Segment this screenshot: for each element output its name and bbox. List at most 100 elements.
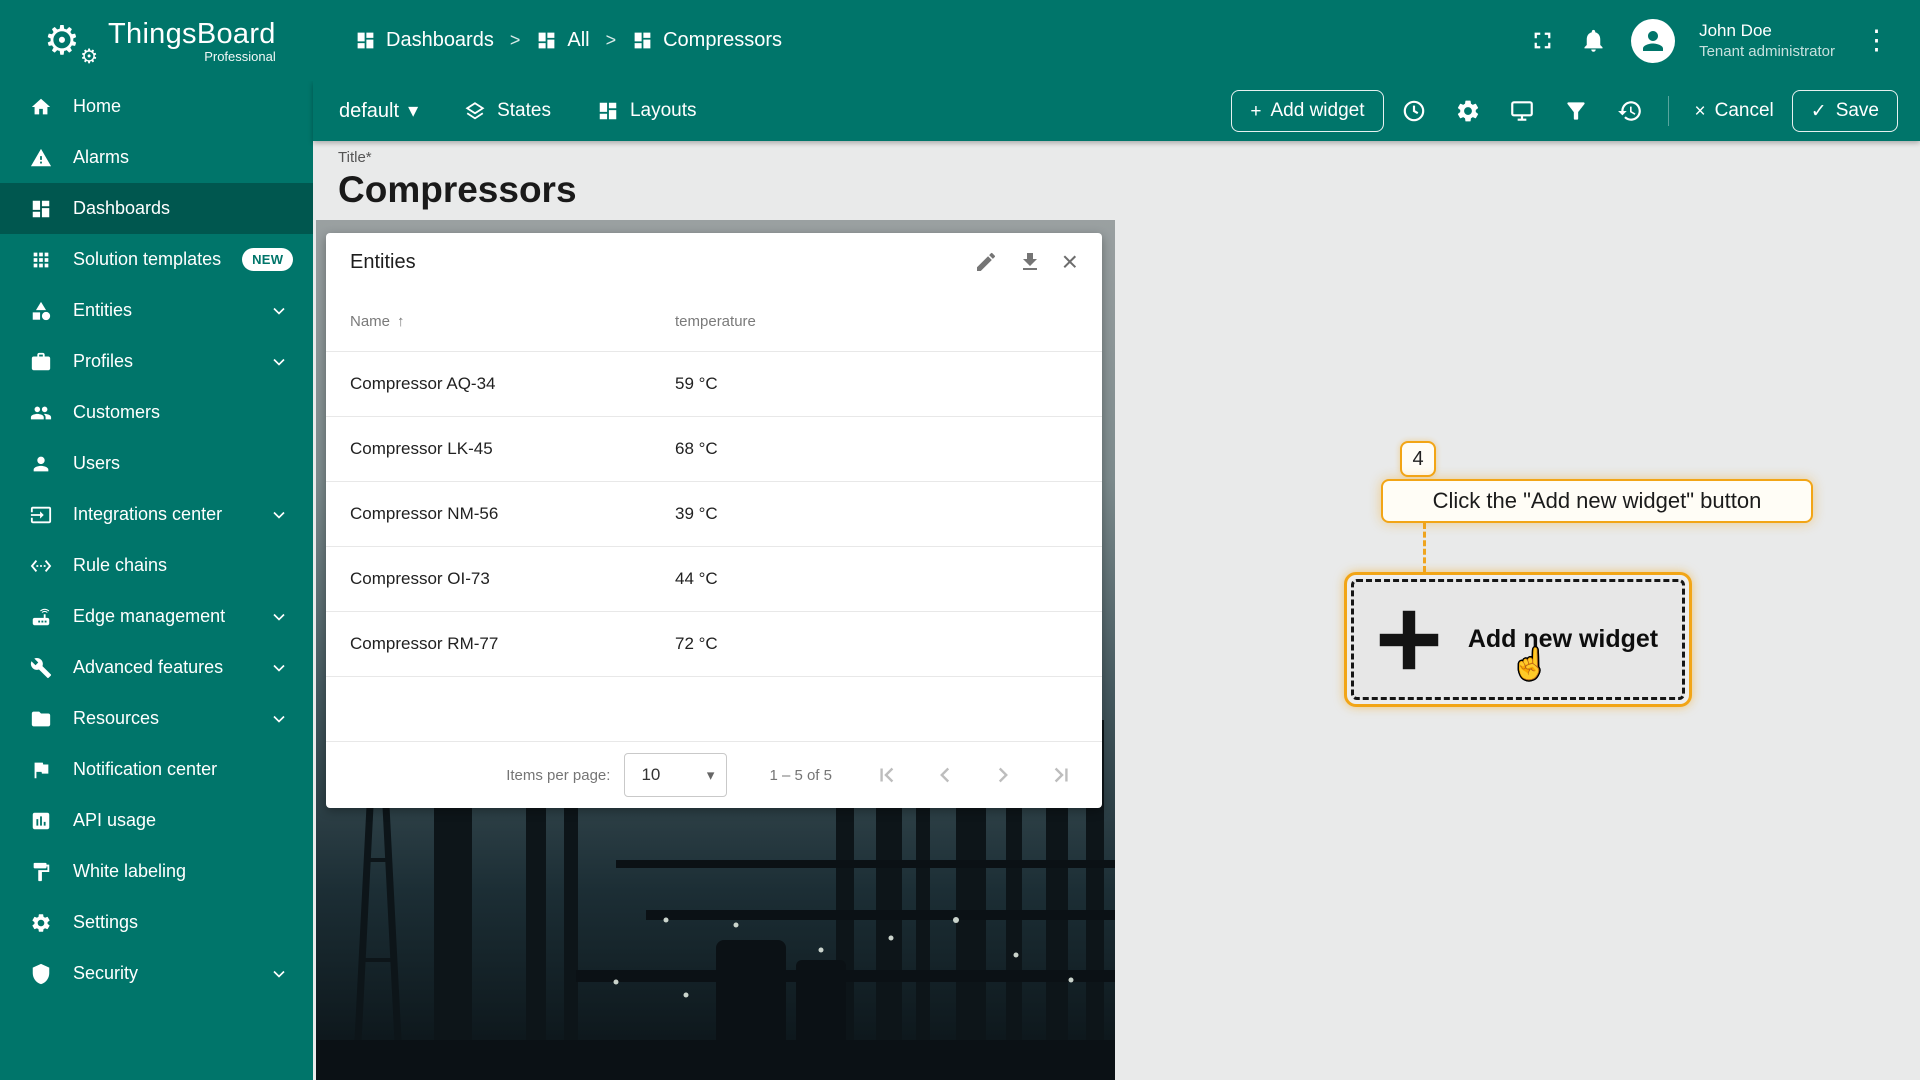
save-button[interactable]: ✓ Save — [1792, 90, 1898, 132]
manage-layouts-button[interactable] — [1498, 87, 1546, 135]
person-icon — [30, 453, 52, 475]
states-button[interactable]: States — [464, 100, 551, 122]
table-row[interactable]: Compressor NM-56 39 °C — [326, 481, 1102, 546]
layouts-button[interactable]: Layouts — [597, 100, 697, 122]
table-row[interactable]: Compressor LK-45 68 °C — [326, 416, 1102, 481]
plus-icon: + — [1250, 102, 1261, 121]
chevron-down-icon — [269, 658, 289, 678]
sidebar-item-home[interactable]: Home — [0, 81, 313, 132]
add-new-widget-button[interactable]: Add new widget — [1344, 572, 1692, 707]
filters-button[interactable] — [1552, 87, 1600, 135]
table-row[interactable]: Compressor OI-73 44 °C — [326, 546, 1102, 611]
avatar[interactable] — [1631, 19, 1675, 63]
download-icon[interactable] — [1018, 250, 1042, 274]
column-header-name[interactable]: Name ↑ — [326, 313, 675, 330]
cell-temperature: 68 °C — [675, 439, 718, 459]
sidebar-item-label: Entities — [73, 300, 132, 321]
sidebar-item-white-labeling[interactable]: White labeling — [0, 846, 313, 897]
page-title[interactable]: Compressors — [338, 169, 577, 211]
last-page-button[interactable] — [1032, 753, 1090, 797]
column-header-temperature[interactable]: temperature — [675, 313, 756, 330]
sidebar-item-solution-templates[interactable]: Solution templates NEW — [0, 234, 313, 285]
sidebar-item-security[interactable]: Security — [0, 948, 313, 999]
edit-pencil-icon[interactable] — [974, 250, 998, 274]
sidebar-item-label: Customers — [73, 402, 160, 423]
table-row[interactable]: Compressor RM-77 72 °C — [326, 611, 1102, 676]
add-widget-button[interactable]: + Add widget — [1231, 90, 1383, 132]
notifications-button[interactable] — [1580, 27, 1607, 54]
router-icon — [30, 606, 52, 628]
layout-select-value: default — [339, 100, 399, 123]
sidebar-item-dashboards[interactable]: Dashboards — [0, 183, 313, 234]
chevron-down-icon — [269, 301, 289, 321]
sidebar-item-label: Rule chains — [73, 555, 167, 576]
logo-text: ThingsBoard Professional — [108, 18, 276, 64]
toolbar-right: + Add widget × Cancel — [1231, 87, 1898, 135]
items-per-page-select[interactable]: 10 ▾ — [624, 753, 727, 797]
layout-select[interactable]: default ▾ — [339, 100, 418, 123]
user-name: John Doe — [1699, 20, 1835, 42]
sidebar-item-edge-management[interactable]: Edge management — [0, 591, 313, 642]
clock-icon — [1401, 98, 1427, 124]
sidebar-item-rule-chains[interactable]: Rule chains — [0, 540, 313, 591]
cell-name: Compressor NM-56 — [326, 504, 675, 524]
sidebar-item-entities[interactable]: Entities — [0, 285, 313, 336]
states-icon — [464, 100, 486, 122]
sort-ascending-icon: ↑ — [397, 313, 405, 330]
bell-icon — [1580, 27, 1607, 54]
timewindow-button[interactable] — [1390, 87, 1438, 135]
sidebar-item-integrations-center[interactable]: Integrations center — [0, 489, 313, 540]
sidebar-item-advanced-features[interactable]: Advanced features — [0, 642, 313, 693]
overflow-menu-button[interactable]: ⋮ — [1859, 27, 1894, 54]
display-icon — [1509, 98, 1535, 124]
first-page-button[interactable] — [858, 753, 916, 797]
breadcrumb-item-dashboards[interactable]: Dashboards — [355, 29, 494, 52]
cell-name: Compressor LK-45 — [326, 439, 675, 459]
shield-icon — [30, 963, 52, 985]
tutorial-connector-line — [1423, 523, 1426, 572]
previous-page-button[interactable] — [916, 753, 974, 797]
sidebar-item-notification-center[interactable]: Notification center — [0, 744, 313, 795]
cancel-button[interactable]: × Cancel — [1683, 91, 1786, 131]
add-new-widget-label: Add new widget — [1468, 625, 1658, 654]
sidebar-item-profiles[interactable]: Profiles — [0, 336, 313, 387]
sidebar-item-alarms[interactable]: Alarms — [0, 132, 313, 183]
dashboard-icon — [536, 30, 557, 51]
close-icon: × — [1695, 102, 1706, 121]
sidebar-item-customers[interactable]: Customers — [0, 387, 313, 438]
pager-controls — [858, 753, 1090, 797]
briefcase-icon — [30, 351, 52, 373]
people-icon — [30, 402, 52, 424]
breadcrumb-item-all[interactable]: All — [536, 29, 589, 52]
sidebar-item-users[interactable]: Users — [0, 438, 313, 489]
sidebar-item-label: Users — [73, 453, 120, 474]
dashboard-settings-button[interactable] — [1444, 87, 1492, 135]
dashboard-toolbar: default ▾ States Layouts + Add widget — [313, 81, 1920, 141]
history-icon — [1617, 98, 1643, 124]
sidebar-item-label: Dashboards — [73, 198, 170, 219]
fullscreen-button[interactable] — [1529, 27, 1556, 54]
logo[interactable]: ⚙ ⚙ ThingsBoard Professional — [0, 0, 313, 81]
check-icon: ✓ — [1811, 102, 1827, 121]
gear-icon: ⚙ — [44, 19, 80, 63]
table-header-row: Name ↑ temperature — [326, 291, 1102, 351]
warning-icon — [30, 147, 52, 169]
next-page-button[interactable] — [974, 753, 1032, 797]
sidebar-item-resources[interactable]: Resources — [0, 693, 313, 744]
chevron-down-icon — [269, 607, 289, 627]
sidebar-item-label: Security — [73, 963, 138, 984]
table-row[interactable]: Compressor AQ-34 59 °C — [326, 351, 1102, 416]
person-icon — [1638, 26, 1668, 56]
fullscreen-icon — [1529, 27, 1556, 54]
dashboard-icon — [632, 30, 653, 51]
chevron-down-icon — [269, 964, 289, 984]
version-history-button[interactable] — [1606, 87, 1654, 135]
breadcrumb-item-compressors[interactable]: Compressors — [632, 29, 782, 52]
main-content: Title* Compressors — [313, 141, 1920, 1080]
sidebar-item-api-usage[interactable]: API usage — [0, 795, 313, 846]
add-widget-label: Add widget — [1270, 100, 1364, 122]
sidebar-item-label: Notification center — [73, 759, 217, 780]
widget-close-button[interactable]: × — [1062, 248, 1078, 276]
sidebar-item-settings[interactable]: Settings — [0, 897, 313, 948]
kebab-icon: ⋮ — [1863, 27, 1890, 54]
